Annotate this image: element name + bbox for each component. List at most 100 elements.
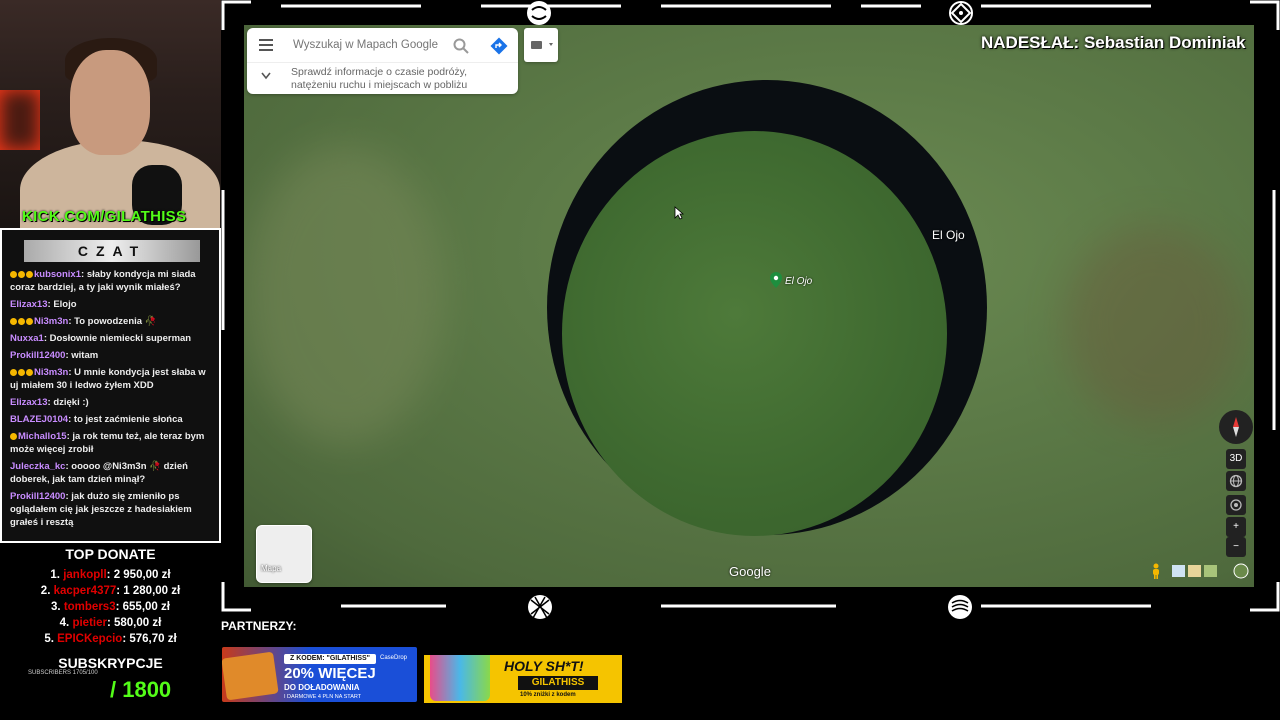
chat-message: Prokill12400: witam xyxy=(10,350,99,361)
crosshair-icon xyxy=(949,1,973,25)
search-input[interactable] xyxy=(291,38,445,52)
view-3d-button[interactable]: 3D xyxy=(1226,449,1246,469)
holyshot-headline: HOLY SH*T! xyxy=(504,658,584,674)
globe-icon xyxy=(1229,474,1243,488)
chat-username[interactable]: BLAZEJ0104 xyxy=(10,414,68,425)
webcam-feed xyxy=(0,0,221,228)
chat-badge-icon xyxy=(10,317,17,325)
top-donate-list: 1. jankopll: 2 950,00 zł 2. kacper4377: 1… xyxy=(0,567,221,647)
chat-username[interactable]: Michallo15 xyxy=(18,431,67,442)
directions-icon[interactable] xyxy=(490,37,508,55)
chat-message: BLAZEJ0104: to jest zaćmienie słońca xyxy=(10,414,183,425)
my-location-button[interactable] xyxy=(1226,495,1246,515)
chat-text: witam xyxy=(71,350,99,361)
google-logo: Google xyxy=(729,564,771,579)
casedrop-brand: CaseDrop xyxy=(380,655,408,661)
donate-amount: 576,70 zł xyxy=(129,633,177,645)
place-label-pin[interactable]: El Ojo xyxy=(785,276,812,287)
street-view-thumb-icon[interactable] xyxy=(1230,563,1252,579)
donor-name: EPICKepcio xyxy=(57,633,123,645)
chat-message: Ni3m3n: To powodzenia 🥀 xyxy=(10,315,215,328)
logo-icon-top-left xyxy=(527,1,551,25)
donate-row: 2. kacper4377: 1 280,00 zł xyxy=(40,585,181,597)
compass-icon xyxy=(1233,417,1239,437)
chat-badge-icon xyxy=(10,432,17,440)
keyboard-icon xyxy=(531,41,553,49)
floating-island xyxy=(562,131,947,536)
donate-rank: 2. xyxy=(40,585,51,597)
zoom-in-button[interactable]: + xyxy=(1226,517,1246,537)
top-donate-title: TOP DONATE xyxy=(65,546,156,562)
chat-username[interactable]: Elizax13 xyxy=(10,397,48,408)
location-icon xyxy=(1230,499,1242,511)
chat-badge-icon xyxy=(26,317,33,325)
partners-label: PARTNERZY: xyxy=(221,619,297,633)
chat-message: Michallo15: ja rok temu też, ale teraz b… xyxy=(10,431,205,455)
chat-message: Juleczka_kc: ooooo @Ni3m3n 🥀 dzień dober… xyxy=(10,461,188,485)
chat-messages: kubsonix1: słaby kondycja mi siada coraz… xyxy=(10,268,215,533)
zoom-out-button[interactable]: − xyxy=(1226,537,1246,557)
donate-amount: 2 950,00 zł xyxy=(113,569,171,581)
channel-url: KICK.COM/GILATHISS xyxy=(22,208,187,225)
submitted-by-label: NADESŁAŁ: Sebastian Dominiak xyxy=(981,33,1246,52)
chat-message: Prokill12400: jak dużo się zmieniło ps o… xyxy=(10,491,192,528)
donor-name: pietier xyxy=(72,617,107,629)
globe-button[interactable] xyxy=(1226,471,1246,491)
chat-badge-icon xyxy=(26,368,33,376)
donate-rank: 1. xyxy=(50,569,60,581)
holyshot-small: 10% zniżki z kodem xyxy=(520,692,576,698)
logo-icon-bottom-right xyxy=(948,595,972,619)
donate-rank: 5. xyxy=(44,633,54,645)
chat-username[interactable]: Elizax13 xyxy=(10,299,48,310)
chat-username[interactable]: kubsonix1 xyxy=(34,269,81,280)
chat-badge-icon xyxy=(10,368,17,376)
chat-text: dzięki :) xyxy=(53,397,89,408)
chat-text: Dosłownie niemiecki superman xyxy=(49,333,192,344)
donor-name: jankopll xyxy=(63,569,107,581)
casedrop-small: I DARMOWE 4 PLN NA START xyxy=(284,694,362,700)
chat-message: Elizax13: Elojo xyxy=(10,299,77,310)
holyshot-banner[interactable]: HOLY SH*T! GILATHISS 10% zniżki z kodem xyxy=(424,655,622,703)
donate-row: 3. tombers3: 655,00 zł xyxy=(51,601,170,613)
search-icon[interactable] xyxy=(453,38,469,54)
chat-username[interactable]: Juleczka_kc xyxy=(10,461,65,472)
grid-ball-icon xyxy=(528,595,552,619)
input-tools-button[interactable] xyxy=(524,28,558,62)
chat-message: Ni3m3n: U mnie kondycja jest słaba w uj … xyxy=(10,367,206,391)
donate-amount: 580,00 zł xyxy=(114,617,162,629)
chat-username[interactable]: Ni3m3n xyxy=(34,367,68,378)
donate-rank: 4. xyxy=(59,617,70,629)
layers-toggle[interactable]: Mapa xyxy=(256,525,312,583)
imagery-thumbnails[interactable] xyxy=(1172,564,1218,578)
menu-icon[interactable] xyxy=(259,39,273,51)
chat-message: kubsonix1: słaby kondycja mi siada coraz… xyxy=(10,269,196,293)
donor-name: tombers3 xyxy=(63,601,116,613)
subs-title: SUBSKRYPCJE xyxy=(58,655,163,671)
subs-small-text: SUBSCRIBERS 1705/100 xyxy=(28,670,98,676)
map-pin-icon[interactable] xyxy=(770,272,782,288)
chat-username[interactable]: Prokill12400 xyxy=(10,350,65,361)
compass-button[interactable] xyxy=(1219,410,1253,444)
chevron-down-icon[interactable] xyxy=(261,72,271,80)
donate-row: 1. jankopll: 2 950,00 zł xyxy=(50,569,171,581)
casedrop-headline: 20% WIĘCEJ xyxy=(284,665,376,682)
chat-username[interactable]: Ni3m3n xyxy=(34,316,68,327)
chat-text: To powodzenia 🥀 xyxy=(74,316,157,327)
chat-username[interactable]: Nuxxa1 xyxy=(10,333,44,344)
donate-row: 5. EPICKepcio: 576,70 zł xyxy=(44,633,177,645)
chat-message: Nuxxa1: Dosłownie niemiecki superman xyxy=(10,333,192,344)
chat-panel: CZAT kubsonix1: słaby kondycja mi siada … xyxy=(0,228,221,543)
donate-amount: 1 280,00 zł xyxy=(123,585,181,597)
satellite-map[interactable] xyxy=(244,25,1254,587)
mouse-cursor-icon xyxy=(674,206,684,220)
pegman-icon[interactable] xyxy=(1150,563,1162,579)
casedrop-banner[interactable]: Z KODEM: "GILATHISS" 20% WIĘCEJ DO DOŁAD… xyxy=(222,647,417,702)
chat-username[interactable]: Prokill12400 xyxy=(10,491,65,502)
maps-search-box: Sprawdź informacje o czasie podróży, nat… xyxy=(247,28,518,94)
donate-rank: 3. xyxy=(51,601,61,613)
casedrop-code: Z KODEM: "GILATHISS" xyxy=(284,654,376,664)
travel-info-text[interactable]: Sprawdź informacje o czasie podróży, nat… xyxy=(291,66,511,92)
treasure-chest-icon xyxy=(222,651,279,701)
layers-label: Mapa xyxy=(261,564,282,573)
place-label-large[interactable]: El Ojo xyxy=(932,228,965,242)
